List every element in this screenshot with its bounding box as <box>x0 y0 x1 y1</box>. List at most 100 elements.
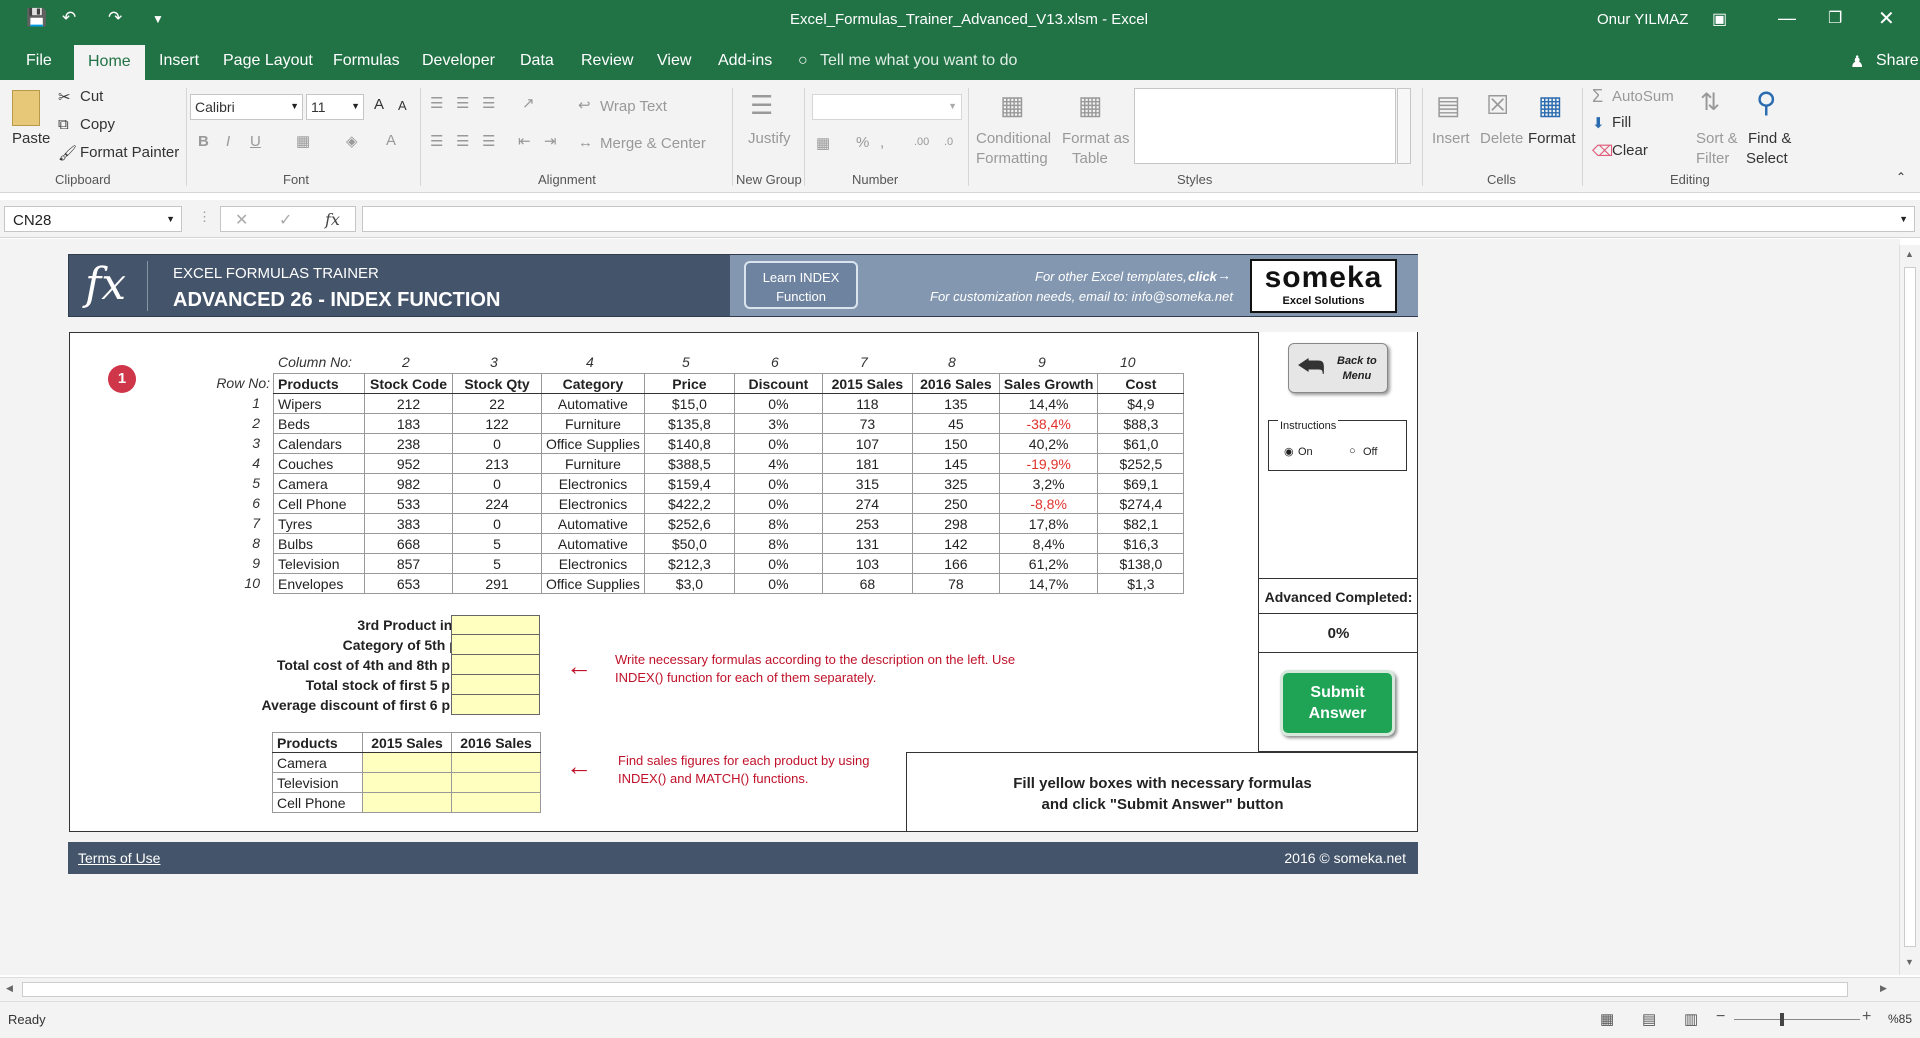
format-cells-icon[interactable]: ▦ <box>1538 90 1563 121</box>
paste-icon[interactable] <box>12 90 40 126</box>
answer-cell-2016-sales[interactable] <box>451 792 541 813</box>
share-icon[interactable]: ♟ <box>1850 52 1864 72</box>
clear-button[interactable]: Clear <box>1612 142 1648 159</box>
learn-index-button[interactable]: Learn INDEX Function <box>744 261 858 309</box>
format-as-table-label-1[interactable]: Format as <box>1062 130 1130 147</box>
answer-cell-2015-sales[interactable] <box>362 752 452 773</box>
zoom-in-icon[interactable]: + <box>1862 1008 1871 1026</box>
paste-button[interactable]: Paste <box>12 130 50 147</box>
find-select-label-2[interactable]: Select <box>1746 150 1788 167</box>
tab-developer[interactable]: Developer <box>422 52 495 70</box>
wrap-text-icon[interactable]: ↩ <box>578 96 591 114</box>
click-link[interactable]: click <box>1188 269 1217 284</box>
justify-button[interactable]: Justify <box>748 130 791 147</box>
italic-icon[interactable]: I <box>226 133 230 150</box>
font-size-select[interactable]: 11 ▼ <box>306 94 364 120</box>
tab-insert[interactable]: Insert <box>159 52 199 70</box>
format-as-table-icon[interactable]: ▦ <box>1078 90 1103 121</box>
percent-button[interactable]: % <box>856 134 869 151</box>
scroll-right-icon[interactable]: ▶ <box>1880 983 1887 994</box>
copy-button[interactable]: Copy <box>80 116 115 133</box>
submit-answer-button[interactable]: Submit Answer <box>1280 670 1395 736</box>
radio-off-icon[interactable]: ○ <box>1349 445 1356 457</box>
answer-cell-4[interactable] <box>451 675 540 695</box>
someka-logo[interactable]: someka Excel Solutions <box>1250 259 1397 313</box>
delete-cells-button[interactable]: Delete <box>1480 130 1523 147</box>
top-align-icon[interactable]: ☰ <box>430 94 443 112</box>
find-icon[interactable]: ⚲ <box>1756 86 1777 119</box>
currency-icon[interactable]: ▦ <box>816 134 830 152</box>
tell-me-input[interactable]: Tell me what you want to do <box>820 52 1017 70</box>
cell-styles-gallery[interactable] <box>1134 88 1396 164</box>
increase-font-icon[interactable]: A <box>374 96 384 113</box>
format-as-table-label-2[interactable]: Table <box>1072 150 1108 167</box>
zoom-slider[interactable] <box>1734 1019 1860 1020</box>
cancel-icon[interactable]: ✕ <box>235 210 248 230</box>
increase-indent-icon[interactable]: ⇥ <box>544 132 557 150</box>
answer-cell-2016-sales[interactable] <box>451 752 541 773</box>
orientation-icon[interactable]: ↗ <box>522 94 535 112</box>
answer-cell-2015-sales[interactable] <box>362 792 452 813</box>
merge-center-icon[interactable]: ↔ <box>578 134 593 151</box>
formula-input[interactable]: ▼ <box>362 206 1915 232</box>
insert-cells-icon[interactable]: ▤ <box>1436 90 1461 121</box>
align-center-icon[interactable]: ☰ <box>456 132 469 150</box>
user-name[interactable]: Onur YILMAZ <box>1597 11 1688 28</box>
tab-review[interactable]: Review <box>581 52 633 70</box>
answer-cell-1[interactable] <box>451 615 540 635</box>
decrease-decimal-icon[interactable]: .0 <box>944 136 953 148</box>
tab-formulas[interactable]: Formulas <box>333 52 400 70</box>
share-button[interactable]: Share <box>1876 52 1919 70</box>
tab-page-layout[interactable]: Page Layout <box>223 52 313 70</box>
clear-icon[interactable]: ⌫ <box>1592 142 1613 160</box>
name-box[interactable]: CN28 ▼ <box>4 206 182 232</box>
back-to-menu-button[interactable]: ⮪ Back to Menu <box>1288 343 1388 393</box>
close-icon[interactable]: ✕ <box>1878 6 1895 31</box>
conditional-formatting-icon[interactable]: ▦ <box>1000 90 1025 121</box>
answer-cell-2[interactable] <box>451 635 540 655</box>
vertical-scrollbar[interactable]: ▲ ▼ <box>1899 245 1920 975</box>
autosum-button[interactable]: AutoSum <box>1612 88 1674 105</box>
autosum-icon[interactable]: Σ <box>1592 86 1603 107</box>
cut-button[interactable]: Cut <box>80 88 103 105</box>
bottom-align-icon[interactable]: ☰ <box>482 94 495 112</box>
sort-filter-icon[interactable]: ⇅ <box>1700 88 1720 117</box>
fill-color-icon[interactable]: ◈ <box>346 132 358 150</box>
sort-filter-label-1[interactable]: Sort & <box>1696 130 1738 147</box>
underline-icon[interactable]: U <box>250 133 261 150</box>
zoom-out-icon[interactable]: − <box>1716 1008 1725 1026</box>
collapse-ribbon-icon[interactable]: ⌃ <box>1896 170 1906 184</box>
align-left-icon[interactable]: ☰ <box>430 132 443 150</box>
align-right-icon[interactable]: ☰ <box>482 132 495 150</box>
decrease-font-icon[interactable]: A <box>398 98 407 113</box>
font-color-icon[interactable]: A <box>386 132 396 149</box>
tab-file[interactable]: File <box>26 52 52 70</box>
tab-view[interactable]: View <box>657 52 691 70</box>
scroll-left-icon[interactable]: ◀ <box>6 983 13 994</box>
borders-icon[interactable]: ▦ <box>296 132 310 150</box>
answer-cell-2016-sales[interactable] <box>451 772 541 793</box>
zoom-slider-thumb[interactable] <box>1780 1013 1784 1026</box>
bold-icon[interactable]: B <box>198 133 209 150</box>
conditional-formatting-label-2[interactable]: Formatting <box>976 150 1048 167</box>
restore-icon[interactable]: ❐ <box>1828 8 1842 28</box>
sort-filter-label-2[interactable]: Filter <box>1696 150 1729 167</box>
scroll-down-icon[interactable]: ▼ <box>1905 957 1914 967</box>
horizontal-scrollbar[interactable]: ◀ ▶ <box>0 977 1920 1001</box>
undo-icon[interactable]: ↶ <box>62 8 76 28</box>
comma-style-icon[interactable]: , <box>880 134 884 151</box>
format-painter-icon[interactable]: 🖌 <box>58 144 77 162</box>
ribbon-display-icon[interactable]: ▣ <box>1712 9 1727 29</box>
format-painter-button[interactable]: Format Painter <box>80 144 179 161</box>
fill-icon[interactable]: ⬇ <box>1592 114 1605 132</box>
styles-gallery-scroll[interactable] <box>1397 88 1411 164</box>
find-select-label-1[interactable]: Find & <box>1748 130 1791 147</box>
enter-icon[interactable]: ✓ <box>279 210 292 230</box>
customize-qat-icon[interactable]: ▼ <box>152 12 164 26</box>
page-break-view-icon[interactable]: ▥ <box>1684 1010 1698 1028</box>
zoom-level[interactable]: %85 <box>1888 1012 1912 1026</box>
save-icon[interactable]: 💾 <box>26 8 47 28</box>
vertical-scroll-thumb[interactable] <box>1904 267 1916 947</box>
wrap-text-button[interactable]: Wrap Text <box>600 98 667 115</box>
justify-icon[interactable]: ☰ <box>750 90 773 121</box>
